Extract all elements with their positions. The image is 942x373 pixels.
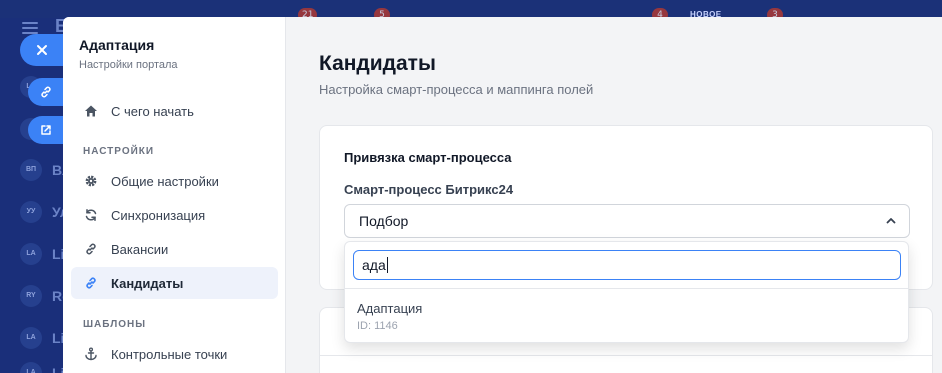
text-cursor (386, 257, 388, 273)
sidebar-section-settings: НАСТРОЙКИ (83, 146, 155, 157)
sync-icon (83, 207, 99, 223)
sidebar-item-vacancies[interactable]: Вакансии (71, 233, 278, 265)
avatar: ВП (20, 159, 42, 181)
chevron-up-icon (886, 218, 896, 224)
smart-process-select[interactable]: Подбор (344, 204, 910, 238)
close-slider-button[interactable] (20, 34, 63, 66)
sidebar-section-templates: ШАБЛОНЫ (83, 319, 147, 330)
main-content: Кандидаты Настройка смарт-процесса и мап… (286, 17, 942, 373)
sidebar-title: Адаптация (79, 37, 155, 53)
page-subtitle: Настройка смарт-процесса и маппинга поле… (319, 82, 594, 97)
home-icon (83, 103, 99, 119)
sidebar-item-label: Общие настройки (111, 173, 219, 189)
open-new-window-button[interactable] (28, 116, 63, 144)
background-row: RY Ro (20, 285, 71, 307)
avatar: RY (20, 285, 42, 307)
gear-icon (83, 173, 99, 189)
avatar: LA (20, 362, 42, 373)
search-value: ада (362, 257, 386, 273)
background-topbar (0, 0, 942, 18)
sidebar-item-label: Вакансии (111, 241, 169, 257)
sidebar-item-label: Синхронизация (111, 207, 206, 223)
background-row: LA Li (20, 362, 64, 373)
sidebar-item-general-settings[interactable]: Общие настройки (71, 165, 278, 197)
sidebar-item-label: Кандидаты (111, 275, 184, 291)
background-row: ВП Вл (20, 159, 71, 181)
avatar: LA (20, 243, 42, 265)
link-icon (40, 86, 51, 98)
dropdown-search-input[interactable]: ада (353, 250, 901, 280)
sidebar-item-candidates[interactable]: Кандидаты (71, 267, 278, 299)
anchor-icon (83, 346, 99, 362)
sidebar-item-label: С чего начать (111, 103, 194, 119)
background-row: УУ Ул (20, 201, 69, 223)
settings-sidebar: Адаптация Настройки портала С чего начат… (63, 17, 286, 373)
option-id: ID: 1146 (357, 320, 398, 332)
sidebar-item-checkpoints[interactable]: Контрольные точки (71, 338, 278, 370)
dropdown-option[interactable]: Адаптация ID: 1146 (345, 289, 908, 341)
field-label: Смарт-процесс Битрикс24 (344, 182, 514, 197)
link-icon (83, 241, 99, 257)
page-title: Кандидаты (319, 52, 436, 75)
background-row: LA Li (20, 327, 64, 349)
link-icon (83, 275, 99, 291)
divider (320, 355, 932, 356)
option-label: Адаптация (357, 301, 423, 316)
external-link-icon (40, 125, 51, 135)
select-value: Подбор (359, 213, 409, 229)
sidebar-item-sync[interactable]: Синхронизация (71, 199, 278, 231)
card-title: Привязка смарт-процесса (344, 150, 512, 165)
settings-slider-panel: Адаптация Настройки портала С чего начат… (63, 17, 942, 373)
close-icon (36, 45, 47, 55)
sidebar-item-label: Контрольные точки (111, 346, 228, 362)
background-row: LA Li (20, 243, 64, 265)
sidebar-subtitle: Настройки портала (79, 59, 178, 71)
smart-process-dropdown: ада Адаптация ID: 1146 (344, 241, 909, 343)
copy-link-button[interactable] (28, 78, 63, 106)
sidebar-item-start[interactable]: С чего начать (71, 95, 278, 127)
avatar: УУ (20, 201, 42, 223)
avatar: LA (20, 327, 42, 349)
